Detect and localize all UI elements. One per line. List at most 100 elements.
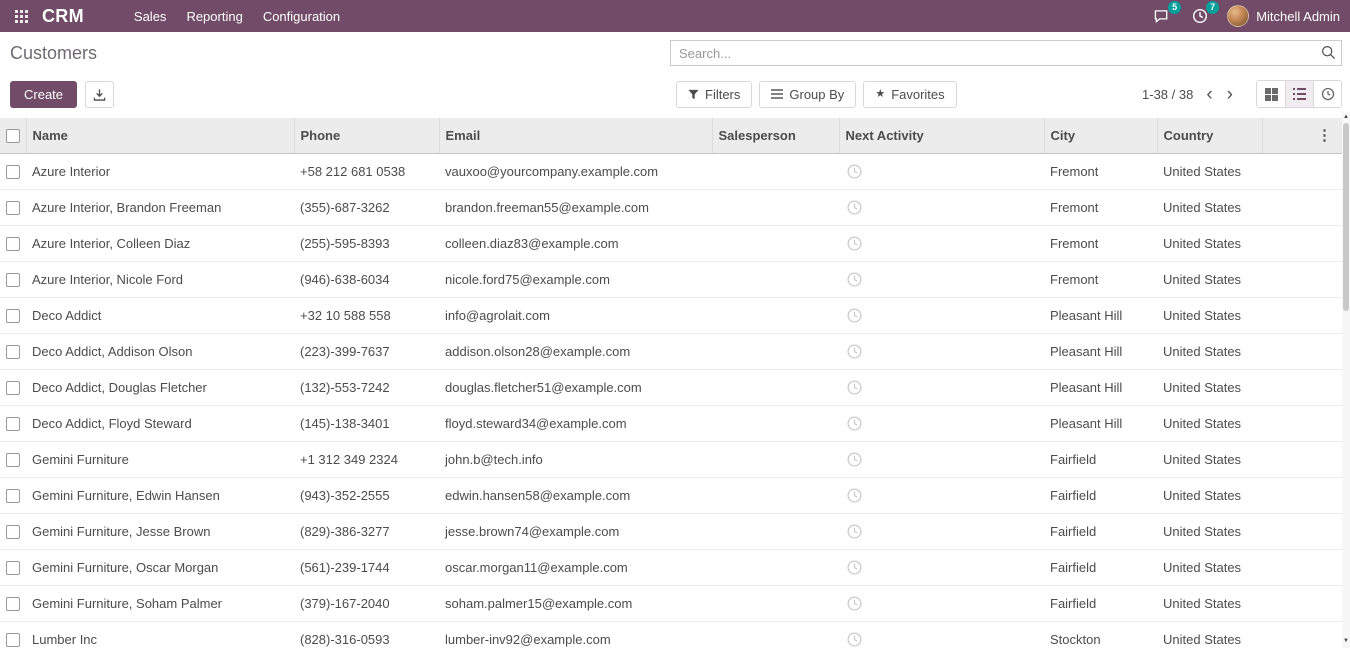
search-icon[interactable] [1321, 45, 1336, 60]
row-checkbox-cell [0, 153, 26, 189]
cell-next-activity[interactable] [839, 225, 1044, 261]
cell-email: lumber-inv92@example.com [439, 621, 712, 648]
export-button[interactable] [85, 81, 114, 108]
cell-next-activity[interactable] [839, 369, 1044, 405]
customer-row[interactable]: Lumber Inc (828)-316-0593 lumber-inv92@e… [0, 621, 1342, 648]
customer-row[interactable]: Gemini Furniture, Jesse Brown (829)-386-… [0, 513, 1342, 549]
row-checkbox[interactable] [6, 453, 20, 467]
cell-next-activity[interactable] [839, 477, 1044, 513]
cell-next-activity[interactable] [839, 513, 1044, 549]
cell-next-activity[interactable] [839, 621, 1044, 648]
cell-next-activity[interactable] [839, 549, 1044, 585]
row-checkbox-cell [0, 621, 26, 648]
customer-row[interactable]: Azure Interior, Brandon Freeman (355)-68… [0, 189, 1342, 225]
row-checkbox-cell [0, 189, 26, 225]
kanban-icon [1265, 88, 1278, 101]
cell-next-activity[interactable] [839, 261, 1044, 297]
app-title[interactable]: CRM [42, 6, 84, 27]
row-checkbox[interactable] [6, 165, 20, 179]
cell-next-activity[interactable] [839, 189, 1044, 225]
customer-row[interactable]: Gemini Furniture, Soham Palmer (379)-167… [0, 585, 1342, 621]
messages-button[interactable]: 5 [1151, 5, 1173, 27]
pager: 1-38 / 38 ‹ › [1142, 85, 1240, 104]
pager-next-button[interactable]: › [1220, 85, 1240, 104]
cell-email: info@agrolait.com [439, 297, 712, 333]
column-header-country[interactable]: Country [1157, 118, 1262, 153]
optional-columns-toggle[interactable]: ⋮ [1269, 126, 1337, 144]
customer-row[interactable]: Gemini Furniture, Edwin Hansen (943)-352… [0, 477, 1342, 513]
list-view-button[interactable] [1285, 81, 1313, 107]
cell-salesperson [712, 549, 839, 585]
cell-next-activity[interactable] [839, 585, 1044, 621]
customer-row[interactable]: Deco Addict, Douglas Fletcher (132)-553-… [0, 369, 1342, 405]
column-header-email[interactable]: Email [439, 118, 712, 153]
customer-row[interactable]: Deco Addict, Floyd Steward (145)-138-340… [0, 405, 1342, 441]
next-activity-clock-icon [847, 452, 862, 467]
table-header-row: Name Phone Email Salesperson Next Activi… [0, 118, 1342, 153]
customer-row[interactable]: Deco Addict +32 10 588 558 info@agrolait… [0, 297, 1342, 333]
search-input[interactable] [670, 40, 1342, 66]
column-header-salesperson[interactable]: Salesperson [712, 118, 839, 153]
row-checkbox[interactable] [6, 489, 20, 503]
row-checkbox[interactable] [6, 525, 20, 539]
cell-phone: +1 312 349 2324 [294, 441, 439, 477]
create-button[interactable]: Create [10, 81, 77, 108]
next-activity-clock-icon [847, 236, 862, 251]
cell-next-activity[interactable] [839, 153, 1044, 189]
menu-reporting[interactable]: Reporting [176, 0, 252, 32]
customer-row[interactable]: Gemini Furniture, Oscar Morgan (561)-239… [0, 549, 1342, 585]
row-checkbox[interactable] [6, 309, 20, 323]
filters-button[interactable]: Filters [676, 81, 752, 108]
apps-menu-button[interactable] [10, 5, 32, 27]
column-header-next-activity[interactable]: Next Activity [839, 118, 1044, 153]
column-header-city[interactable]: City [1044, 118, 1157, 153]
cell-next-activity[interactable] [839, 297, 1044, 333]
column-header-name[interactable]: Name [26, 118, 294, 153]
activities-button[interactable]: 7 [1189, 5, 1211, 27]
row-checkbox[interactable] [6, 201, 20, 215]
scrollbar-thumb[interactable] [1343, 123, 1349, 311]
menu-configuration[interactable]: Configuration [253, 0, 350, 32]
cell-country: United States [1157, 333, 1262, 369]
row-checkbox[interactable] [6, 381, 20, 395]
customer-row[interactable]: Azure Interior, Nicole Ford (946)-638-60… [0, 261, 1342, 297]
row-checkbox[interactable] [6, 417, 20, 431]
select-all-checkbox[interactable] [6, 129, 20, 143]
cell-country: United States [1157, 369, 1262, 405]
cell-salesperson [712, 513, 839, 549]
cell-phone: +32 10 588 558 [294, 297, 439, 333]
row-checkbox-cell [0, 369, 26, 405]
customer-row[interactable]: Gemini Furniture +1 312 349 2324 john.b@… [0, 441, 1342, 477]
menu-sales[interactable]: Sales [124, 0, 177, 32]
activity-view-button[interactable] [1313, 81, 1341, 107]
download-icon [93, 88, 106, 101]
cell-email: john.b@tech.info [439, 441, 712, 477]
scroll-up-arrow[interactable]: ▲ [1342, 112, 1350, 122]
cell-next-activity[interactable] [839, 441, 1044, 477]
row-checkbox[interactable] [6, 237, 20, 251]
scroll-down-arrow[interactable]: ▼ [1342, 636, 1350, 646]
customer-row[interactable]: Azure Interior, Colleen Diaz (255)-595-8… [0, 225, 1342, 261]
pager-previous-button[interactable]: ‹ [1199, 85, 1219, 104]
customer-row[interactable]: Deco Addict, Addison Olson (223)-399-763… [0, 333, 1342, 369]
cell-salesperson [712, 261, 839, 297]
cell-next-activity[interactable] [839, 333, 1044, 369]
pager-value[interactable]: 1-38 / 38 [1142, 87, 1193, 102]
top-navbar: CRM Sales Reporting Configuration 5 7 Mi… [0, 0, 1350, 32]
row-checkbox[interactable] [6, 561, 20, 575]
favorites-button[interactable]: ★ Favorites [863, 81, 956, 108]
kanban-view-button[interactable] [1257, 81, 1285, 107]
column-header-phone[interactable]: Phone [294, 118, 439, 153]
cell-next-activity[interactable] [839, 405, 1044, 441]
row-checkbox[interactable] [6, 273, 20, 287]
row-checkbox[interactable] [6, 633, 20, 647]
control-panel-buttons: Create Filters Grou [0, 74, 1350, 114]
row-checkbox-cell [0, 549, 26, 585]
user-menu[interactable]: Mitchell Admin [1227, 5, 1340, 27]
row-checkbox[interactable] [6, 597, 20, 611]
group-by-button[interactable]: Group By [759, 81, 856, 108]
row-checkbox[interactable] [6, 345, 20, 359]
cell-city: Stockton [1044, 621, 1157, 648]
cell-phone: (132)-553-7242 [294, 369, 439, 405]
customer-row[interactable]: Azure Interior +58 212 681 0538 vauxoo@y… [0, 153, 1342, 189]
